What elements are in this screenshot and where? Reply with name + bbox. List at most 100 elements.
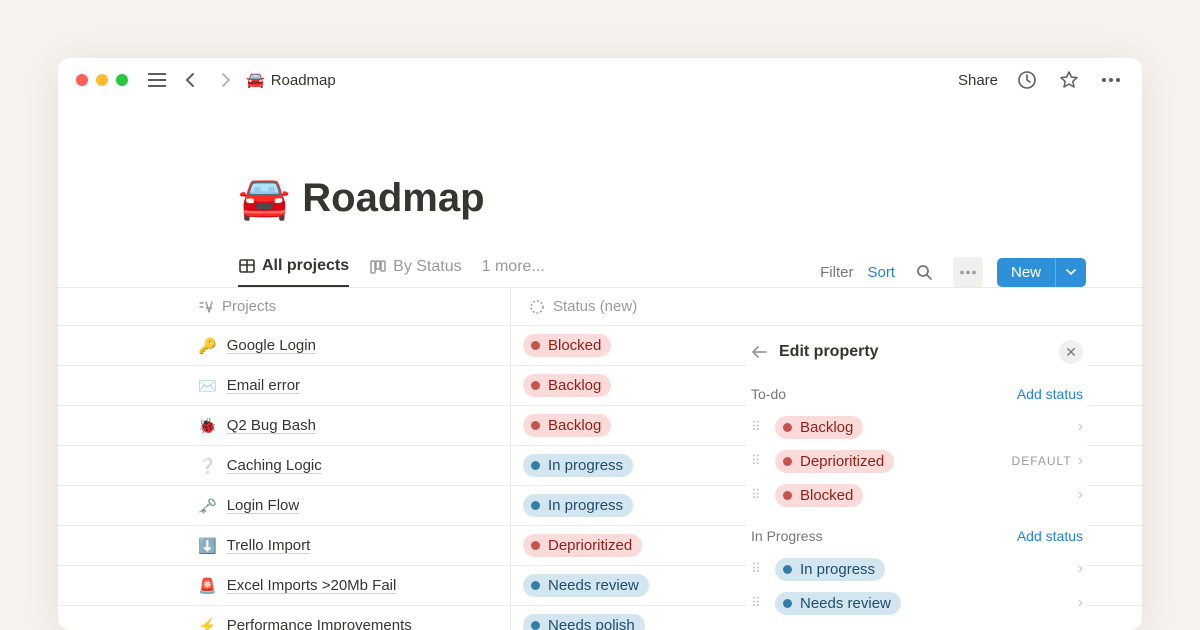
tab-all-projects[interactable]: All projects xyxy=(238,257,349,287)
tab-label: By Status xyxy=(393,258,461,276)
status-option[interactable]: ⠿ Backlog › xyxy=(751,410,1083,444)
filter-button[interactable]: Filter xyxy=(820,264,853,281)
status-pill: Needs review xyxy=(775,592,901,615)
status-label: Blocked xyxy=(800,487,853,504)
status-dot-icon xyxy=(783,423,792,432)
project-cell[interactable]: 🐞 Q2 Bug Bash xyxy=(58,406,511,445)
status-pill: Needs polish xyxy=(523,614,645,630)
status-label: Backlog xyxy=(548,377,601,394)
drag-handle-icon[interactable]: ⠿ xyxy=(751,419,765,435)
close-window[interactable] xyxy=(76,74,88,86)
status-label: In progress xyxy=(548,457,623,474)
view-options-icon[interactable] xyxy=(953,257,983,287)
add-status-button[interactable]: Add status xyxy=(1017,386,1083,402)
back-arrow-icon[interactable] xyxy=(751,345,767,359)
tab-by-status[interactable]: By Status xyxy=(369,258,461,286)
page-title[interactable]: Roadmap xyxy=(302,176,484,221)
text-icon xyxy=(198,300,214,314)
status-pill: Blocked xyxy=(775,484,863,507)
back-icon[interactable] xyxy=(178,67,204,93)
status-option[interactable]: ⠿ Needs review › xyxy=(751,586,1083,620)
status-option[interactable]: ⠿ In progress › xyxy=(751,552,1083,586)
status-pill: In progress xyxy=(523,494,633,517)
forward-icon[interactable] xyxy=(212,67,238,93)
status-dot-icon xyxy=(531,581,540,590)
status-label: Backlog xyxy=(548,417,601,434)
column-projects[interactable]: Projects xyxy=(58,288,511,325)
project-cell[interactable]: 🗝️ Login Flow xyxy=(58,486,511,525)
status-dot-icon xyxy=(783,599,792,608)
new-button-label[interactable]: New xyxy=(997,258,1055,287)
status-option[interactable]: ⠿ Deprioritized DEFAULT › xyxy=(751,444,1083,478)
column-status[interactable]: Status (new) xyxy=(511,288,1142,325)
table-header: Projects Status (new) xyxy=(58,288,1142,326)
new-button[interactable]: New xyxy=(997,258,1086,287)
drag-handle-icon[interactable]: ⠿ xyxy=(751,561,765,577)
status-dot-icon xyxy=(531,501,540,510)
project-cell[interactable]: ✉️ Email error xyxy=(58,366,511,405)
row-emoji: 🔑 xyxy=(198,337,217,355)
status-pill: Deprioritized xyxy=(775,450,894,473)
table-icon xyxy=(238,257,256,275)
favorite-icon[interactable] xyxy=(1056,67,1082,93)
status-col-icon xyxy=(529,299,545,315)
status-label: Backlog xyxy=(800,419,853,436)
status-label: Deprioritized xyxy=(800,453,884,470)
new-button-dropdown[interactable] xyxy=(1055,258,1086,287)
status-pill: Backlog xyxy=(775,416,863,439)
row-name: Q2 Bug Bash xyxy=(227,417,316,434)
row-name: Performance Improvements xyxy=(227,617,412,630)
project-cell[interactable]: ⚡ Performance Improvements xyxy=(58,606,511,630)
status-label: In progress xyxy=(800,561,875,578)
row-name: Google Login xyxy=(227,337,316,354)
status-pill: Needs review xyxy=(523,574,649,597)
tab-more[interactable]: 1 more... xyxy=(482,258,545,286)
row-name: Caching Logic xyxy=(227,457,322,474)
drag-handle-icon[interactable]: ⠿ xyxy=(751,595,765,611)
column-label: Projects xyxy=(222,298,276,315)
column-label: Status (new) xyxy=(553,298,637,315)
status-label: Needs review xyxy=(548,577,639,594)
breadcrumb[interactable]: 🚘 Roadmap xyxy=(246,71,336,89)
drag-handle-icon[interactable]: ⠿ xyxy=(751,487,765,503)
chevron-right-icon: › xyxy=(1078,560,1083,578)
status-dot-icon xyxy=(783,457,792,466)
app-window: 🚘 Roadmap Share 🚘 Roadmap All projects xyxy=(58,58,1142,630)
more-icon[interactable] xyxy=(1098,67,1124,93)
status-dot-icon xyxy=(783,565,792,574)
project-cell[interactable]: ⬇️ Trello Import xyxy=(58,526,511,565)
titlebar: 🚘 Roadmap Share xyxy=(58,58,1142,102)
chevron-right-icon: › xyxy=(1078,486,1083,504)
panel-title: Edit property xyxy=(779,343,879,361)
close-icon[interactable]: ✕ xyxy=(1059,340,1083,364)
status-section: In Progress Add status ⠿ In progress › ⠿ xyxy=(747,516,1087,624)
share-button[interactable]: Share xyxy=(958,72,998,89)
add-status-button[interactable]: Add status xyxy=(1017,528,1083,544)
row-emoji: ✉️ xyxy=(198,377,217,395)
status-pill: Deprioritized xyxy=(523,534,642,557)
drag-handle-icon[interactable]: ⠿ xyxy=(751,453,765,469)
project-cell[interactable]: 🚨 Excel Imports >20Mb Fail xyxy=(58,566,511,605)
status-section: To-do Add status ⠿ Backlog › ⠿ Depriori xyxy=(747,374,1087,516)
row-emoji: 🗝️ xyxy=(198,497,217,515)
status-label: In progress xyxy=(548,497,623,514)
status-option[interactable]: ⠿ Blocked › xyxy=(751,478,1083,512)
row-emoji: 🐞 xyxy=(198,417,217,435)
row-emoji: ⚡ xyxy=(198,617,217,630)
updates-icon[interactable] xyxy=(1014,67,1040,93)
breadcrumb-emoji: 🚘 xyxy=(246,71,265,89)
search-icon[interactable] xyxy=(909,257,939,287)
breadcrumb-title: Roadmap xyxy=(271,72,336,89)
project-cell[interactable]: 🔑 Google Login xyxy=(58,326,511,365)
row-emoji: ⬇️ xyxy=(198,537,217,555)
minimize-window[interactable] xyxy=(96,74,108,86)
project-cell[interactable]: ❔ Caching Logic xyxy=(58,446,511,485)
page-emoji[interactable]: 🚘 xyxy=(238,174,290,223)
maximize-window[interactable] xyxy=(116,74,128,86)
status-dot-icon xyxy=(783,491,792,500)
menu-icon[interactable] xyxy=(144,67,170,93)
tab-more-label: 1 more... xyxy=(482,258,545,276)
sort-button[interactable]: Sort xyxy=(867,264,895,281)
row-name: Trello Import xyxy=(227,537,311,554)
status-dot-icon xyxy=(531,341,540,350)
